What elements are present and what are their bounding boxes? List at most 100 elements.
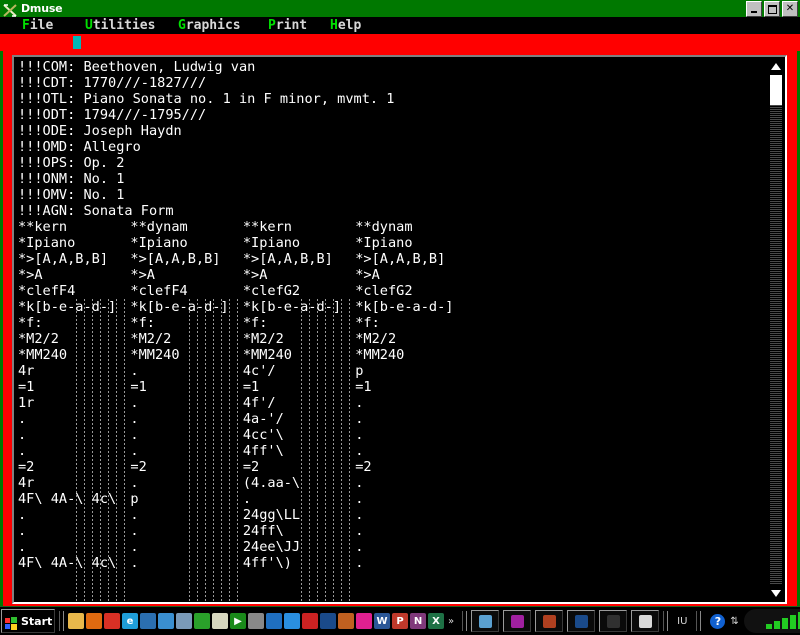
kern-line: .. 24ee\JJ.: [18, 539, 758, 555]
kern-line: *k[b-e-a-d-] *k[b-e-a-d-] *k[b-e-a-d-] *k[b…: [18, 299, 758, 315]
notepad-icon[interactable]: [212, 613, 228, 629]
kern-field: *k[b-e-a-d-]: [242, 299, 342, 315]
task-button-image[interactable]: [535, 610, 564, 632]
kern-field: *M2/2: [242, 331, 284, 347]
dropbox-icon[interactable]: [284, 613, 300, 629]
text-caret: [73, 36, 81, 49]
powerpoint-icon[interactable]: P: [392, 613, 408, 629]
menu-utilities-mnemonic: U: [85, 18, 93, 33]
kern-field: *>A: [18, 267, 43, 283]
kern-field: *Ipiano: [18, 235, 76, 251]
kern-field: *f:: [242, 315, 268, 331]
kern-field: *clefF4: [18, 283, 76, 299]
kern-field: *k[b-e-a-d-]: [18, 299, 117, 315]
kern-field: !!!ODE: Joseph Haydn: [18, 123, 182, 139]
star-icon[interactable]: [356, 613, 372, 629]
kern-field: .: [130, 507, 139, 523]
kern-field: 24ff\: [242, 523, 284, 539]
kern-field: !!!CDT: 1770///-1827///: [18, 75, 207, 91]
kern-field: .: [242, 491, 252, 507]
minimize-button[interactable]: [746, 1, 762, 17]
scrollbar-track[interactable]: [770, 75, 782, 584]
kern-field: =1: [18, 379, 35, 395]
network-icon[interactable]: [176, 613, 192, 629]
kern-field: =1: [355, 379, 372, 395]
kern-field: .: [18, 539, 27, 555]
quick-launch-bar[interactable]: e ▶ W P N X: [68, 613, 444, 629]
editor-frame: !!!COM: Beethoven, Ludwig van !!!CDT: 177…: [0, 51, 800, 607]
xterm-icon[interactable]: [248, 613, 264, 629]
kern-text-content[interactable]: !!!COM: Beethoven, Ludwig van !!!CDT: 177…: [18, 59, 758, 602]
start-button-label: Start: [21, 614, 53, 628]
scrollbar-thumb[interactable]: [770, 75, 782, 105]
kern-field: .: [130, 523, 139, 539]
tree-icon[interactable]: [194, 613, 210, 629]
task-button-console-icon: [606, 614, 620, 628]
kern-field: *>[A,A,B,B]: [18, 251, 109, 267]
kern-line: *M2/2 *M2/2 *M2/2 *M2/2: [18, 331, 758, 347]
firefox-icon[interactable]: [86, 613, 102, 629]
maximize-button[interactable]: [764, 1, 780, 17]
kern-line: !!!OPS: Op. 2: [18, 155, 758, 171]
kern-field: .: [130, 395, 139, 411]
square-outline-icon[interactable]: [338, 613, 354, 629]
media-player-icon[interactable]: [320, 613, 336, 629]
vertical-scrollbar[interactable]: [768, 57, 785, 602]
kern-field: 24gg\LL: [242, 507, 301, 523]
taskbar-divider: [59, 611, 64, 631]
kern-field: .: [18, 507, 27, 523]
help-icon[interactable]: ?: [710, 613, 726, 629]
task-button-explorer[interactable]: [471, 610, 500, 632]
opera-icon[interactable]: [302, 613, 318, 629]
task-button-list[interactable]: [471, 610, 660, 632]
frame-edge-left: [0, 51, 3, 607]
editor-viewport[interactable]: !!!COM: Beethoven, Ludwig van !!!CDT: 177…: [14, 57, 785, 602]
monitor-icon[interactable]: [158, 613, 174, 629]
excel-icon[interactable]: X: [428, 613, 444, 629]
display-icon[interactable]: [140, 613, 156, 629]
task-button-console[interactable]: [599, 610, 628, 632]
kern-field: .: [18, 443, 27, 459]
menu-help[interactable]: Help: [330, 17, 361, 34]
tray-divider-2: [696, 611, 702, 631]
play-icon[interactable]: ▶: [230, 613, 246, 629]
menu-file[interactable]: File: [22, 17, 53, 34]
close-button[interactable]: ✕: [782, 1, 798, 17]
internet-explorer-icon[interactable]: e: [122, 613, 138, 629]
kern-field: 4a-'/: [242, 411, 284, 427]
kern-field: *>A: [130, 267, 155, 283]
kern-field: .: [355, 411, 364, 427]
path-status-bar: Window 0: c:/disk/data1/ccarh-project/dm…: [0, 34, 800, 51]
start-button[interactable]: Start: [1, 609, 55, 633]
task-button-media-icon: [574, 614, 588, 628]
kern-line: =2 =2 =2 =2: [18, 459, 758, 475]
kern-field: =2: [242, 459, 260, 475]
kern-field: .: [355, 555, 364, 571]
menu-print[interactable]: Print: [268, 17, 307, 34]
kern-line: !!!OMV: No. 1: [18, 187, 758, 203]
kern-field: p: [130, 491, 139, 507]
tray-expand-icon[interactable]: ⇅: [730, 616, 738, 627]
task-button-firefox[interactable]: [503, 610, 532, 632]
folder-icon[interactable]: [68, 613, 84, 629]
kern-line: !!!ONM: No. 1: [18, 171, 758, 187]
quicklaunch-overflow[interactable]: »: [448, 616, 454, 627]
input-language-indicator[interactable]: IU: [677, 616, 687, 627]
kern-field: *M2/2: [18, 331, 59, 347]
onenote-icon[interactable]: N: [410, 613, 426, 629]
kern-field: *clefG2: [355, 283, 413, 299]
google-earth-icon[interactable]: [266, 613, 282, 629]
kern-field: *M2/2: [130, 331, 172, 347]
scroll-down-arrow[interactable]: [769, 586, 783, 600]
kern-line: !!!ODT: 1794///-1795///: [18, 107, 758, 123]
word-icon[interactable]: W: [374, 613, 390, 629]
kern-field: *f:: [355, 315, 380, 331]
menu-utilities[interactable]: Utilities: [85, 17, 155, 34]
signal-strength-icon[interactable]: [743, 609, 800, 633]
chrome-icon[interactable]: [104, 613, 120, 629]
menu-graphics[interactable]: Graphics: [178, 17, 241, 34]
task-button-dmuse[interactable]: [631, 610, 660, 632]
scroll-up-arrow[interactable]: [769, 59, 783, 73]
task-button-media[interactable]: [567, 610, 596, 632]
kern-field: p: [355, 363, 364, 379]
